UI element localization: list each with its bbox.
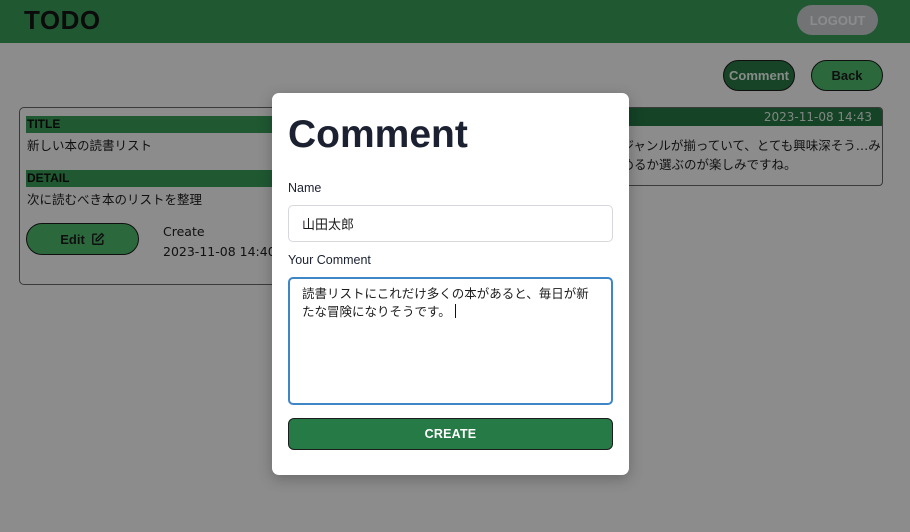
comment-textarea[interactable]: 読書リストにこれだけ多くの本があると、毎日が新たな冒険になりそうです。 (288, 277, 613, 405)
comment-textarea-value: 読書リストにこれだけ多くの本があると、毎日が新たな冒険になりそうです。 (302, 286, 589, 319)
name-input[interactable]: 山田太郎 (288, 205, 613, 242)
comment-modal: Comment Name 山田太郎 Your Comment 読書リストにこれだ… (272, 93, 629, 475)
name-input-value: 山田太郎 (302, 218, 355, 233)
comment-label: Your Comment (288, 253, 371, 267)
name-label: Name (288, 181, 322, 195)
modal-title: Comment (288, 113, 468, 156)
text-caret (454, 304, 456, 318)
create-button[interactable]: CREATE (288, 418, 613, 450)
